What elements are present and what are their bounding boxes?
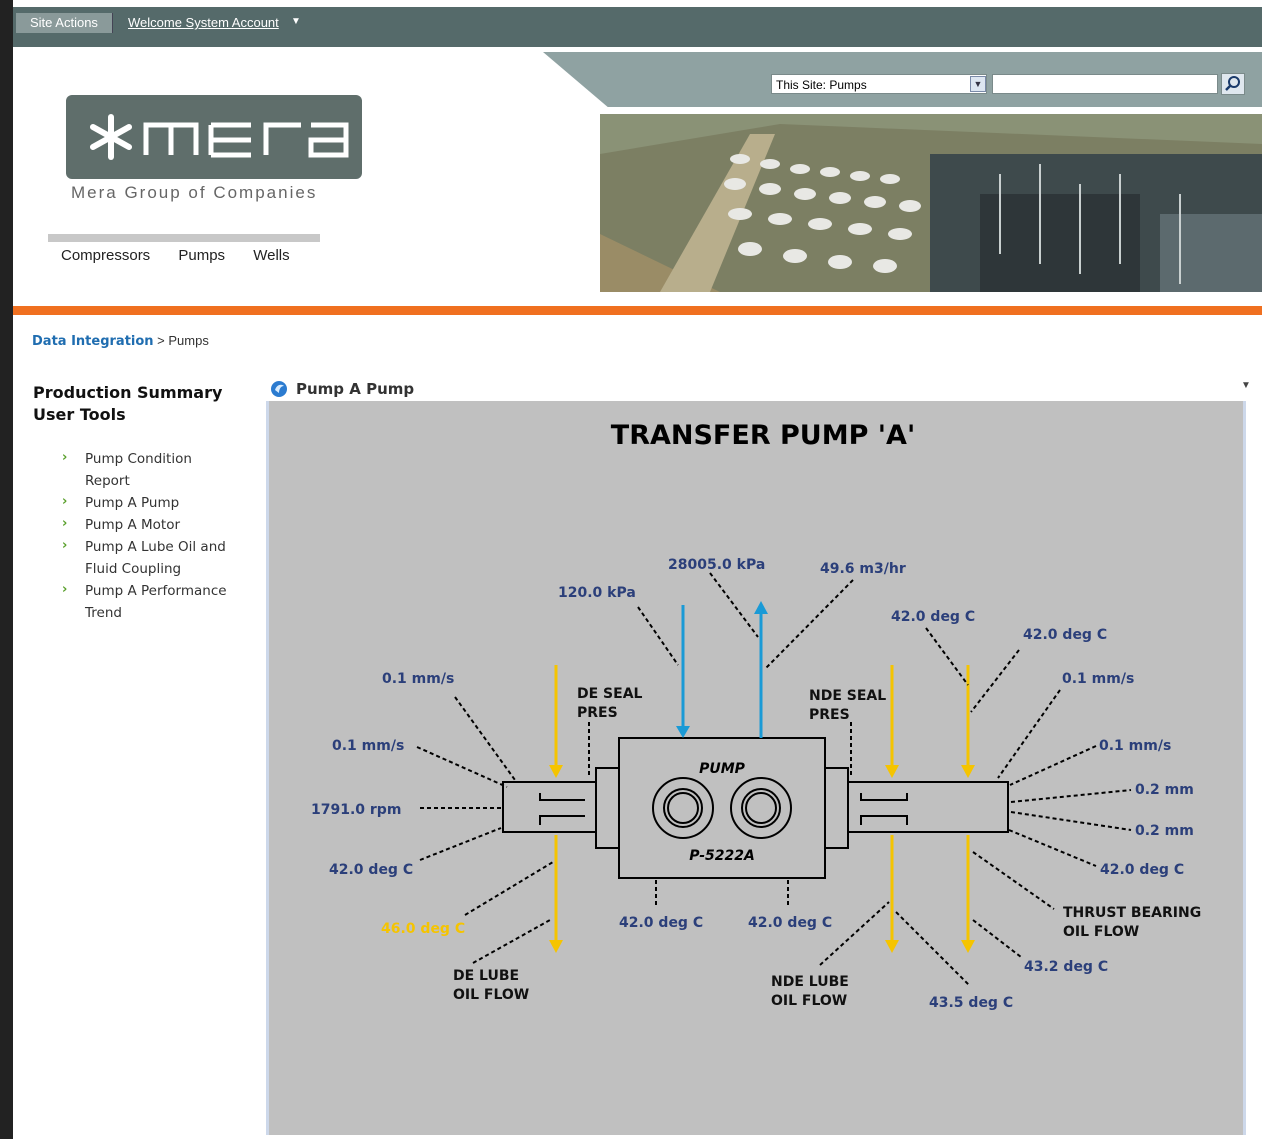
sidebar-item-label: Report — [85, 473, 130, 489]
sidebar-item-pump-a-lube-oil[interactable]: › Pump A Lube Oil and Fluid Coupling — [62, 536, 252, 580]
suction-pressure-value: 120.0 kPa — [558, 585, 636, 601]
de-lube-oil-temp-value: 46.0 deg C — [381, 921, 465, 937]
logo-subtitle: Mera Group of Companies — [71, 183, 318, 202]
top-nav: Compressors Pumps Wells — [61, 247, 314, 264]
nde-bearing-temp-value: 42.0 deg C — [1023, 627, 1107, 643]
sidebar-item-label: Pump Condition — [85, 451, 192, 467]
nav-item-compressors[interactable]: Compressors — [61, 247, 150, 264]
top-bar: Site Actions Welcome System Account ▼ — [13, 7, 1262, 47]
nde-seal-label: NDE SEAL — [809, 688, 886, 704]
sidebar-title: Production Summary User Tools — [33, 382, 253, 426]
sidebar-item-label: Fluid Coupling — [85, 561, 182, 577]
nde-bearing-housing — [847, 781, 1009, 833]
pump-tag: P-5222A — [689, 848, 755, 864]
nav-item-pumps[interactable]: Pumps — [178, 247, 225, 264]
nde-seal-temp-value: 42.0 deg C — [891, 609, 975, 625]
de-bearing-housing — [502, 781, 597, 833]
window-edge — [0, 0, 13, 1139]
de-vibration-value: 0.1 mm/s — [382, 671, 454, 687]
breadcrumb: Data Integration > Pumps — [32, 333, 209, 349]
webpart-title-text: Pump A Pump — [296, 380, 415, 398]
sidebar-item-pump-a-pump[interactable]: › Pump A Pump — [62, 492, 252, 514]
thrust-label: OIL FLOW — [1063, 924, 1139, 940]
nde-coupling — [824, 767, 849, 849]
de-seal-label: PRES — [577, 705, 618, 721]
header-accent-bar — [13, 306, 1262, 315]
search-icon — [1225, 76, 1240, 91]
sidebar-item-label: Trend — [85, 605, 122, 621]
de-lube-label: OIL FLOW — [453, 987, 529, 1003]
sidebar-item-pump-a-motor[interactable]: › Pump A Motor — [62, 514, 252, 536]
axial-displacement-value: 0.2 mm — [1135, 823, 1194, 839]
chevron-down-icon[interactable]: ▼ — [970, 76, 986, 92]
site-header: This Site: Pumps ▼ Mera Group of Compani… — [13, 47, 1262, 307]
nde-bearing-temp-value: 42.0 deg C — [1100, 862, 1184, 878]
sidebar-item-label: Pump A Pump — [85, 495, 180, 511]
casing-temp-value: 42.0 deg C — [619, 915, 703, 931]
speed-value: 1791.0 rpm — [311, 802, 401, 818]
nde-seal-label: PRES — [809, 707, 850, 723]
chevron-right-icon: › — [62, 450, 68, 465]
de-lube-label: DE LUBE — [453, 968, 519, 984]
de-bearing-temp-value: 42.0 deg C — [329, 862, 413, 878]
nde-vibration-value: 0.1 mm/s — [1099, 738, 1171, 754]
de-vibration-value: 0.1 mm/s — [332, 738, 404, 754]
webpart-menu-icon[interactable]: ▼ — [1241, 380, 1251, 391]
sidebar-title-line1: Production Summary — [33, 383, 223, 402]
sidebar-item-pump-condition-report[interactable]: › Pump Condition Report — [62, 448, 252, 492]
thrust-label: THRUST BEARING — [1063, 905, 1201, 921]
refinery-banner-image — [600, 114, 1262, 292]
breadcrumb-root-link[interactable]: Data Integration — [32, 334, 154, 349]
discharge-pressure-value: 28005.0 kPa — [668, 557, 765, 573]
pump-diagram-panel: TRANSFER PUMP 'A' PUMP P-5222A DE SEAL P… — [266, 401, 1246, 1135]
sidebar-item-label: Pump A Performance — [85, 583, 227, 599]
sidebar-item-pump-a-performance-trend[interactable]: › Pump A Performance Trend — [62, 580, 252, 624]
nde-lube-label: OIL FLOW — [771, 993, 847, 1009]
nde-lube-oil-temp-value: 43.5 deg C — [929, 995, 1013, 1011]
pump-label: PUMP — [699, 761, 746, 777]
site-actions-button[interactable]: Site Actions — [16, 13, 113, 33]
mera-logo — [66, 95, 362, 179]
nav-divider — [48, 234, 320, 242]
casing-temp-value: 42.0 deg C — [748, 915, 832, 931]
flow-value: 49.6 m3/hr — [820, 561, 906, 577]
breadcrumb-separator: > — [157, 333, 165, 348]
nav-item-wells[interactable]: Wells — [253, 247, 289, 264]
chevron-right-icon: › — [62, 538, 68, 553]
sidebar-item-label: Pump A Motor — [85, 517, 181, 533]
sidebar-nav: › Pump Condition Report › Pump A Pump › Pump… — [62, 448, 252, 624]
chevron-right-icon: › — [62, 582, 68, 597]
chevron-right-icon: › — [62, 516, 68, 531]
welcome-menu[interactable]: Welcome System Account — [128, 13, 279, 33]
chevron-right-icon: › — [62, 494, 68, 509]
search-input[interactable] — [992, 74, 1218, 94]
search-button[interactable] — [1221, 73, 1245, 95]
search-scope-select[interactable]: This Site: Pumps — [771, 74, 987, 94]
thrust-oil-temp-value: 43.2 deg C — [1024, 959, 1108, 975]
diagram-title: TRANSFER PUMP 'A' — [611, 420, 915, 451]
de-seal-label: DE SEAL — [577, 686, 643, 702]
breadcrumb-current: Pumps — [168, 333, 209, 348]
nde-vibration-value: 0.1 mm/s — [1062, 671, 1134, 687]
axial-displacement-value: 0.2 mm — [1135, 782, 1194, 798]
sidebar-title-line2: User Tools — [33, 405, 126, 424]
nde-lube-label: NDE LUBE — [771, 974, 849, 990]
webpart-title: Pump A Pump — [270, 380, 414, 398]
sidebar-item-label: Pump A Lube Oil and — [85, 539, 226, 555]
chevron-down-icon[interactable]: ▼ — [291, 15, 304, 28]
de-coupling — [595, 767, 620, 849]
